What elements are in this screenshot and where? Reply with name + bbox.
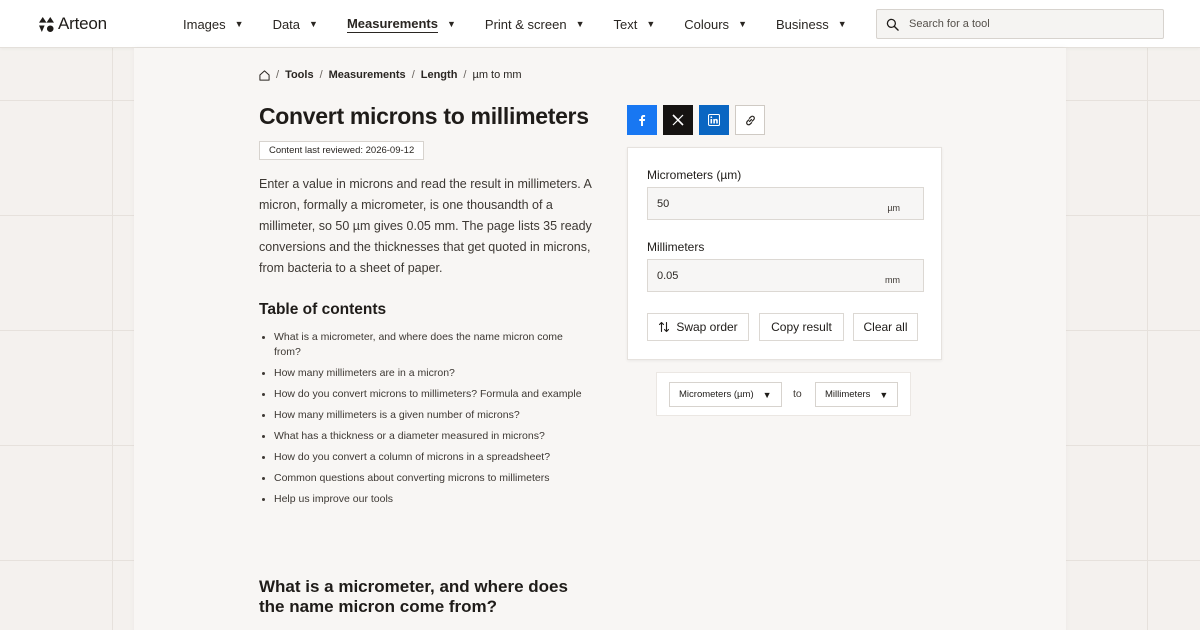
logo-text: Arteon	[58, 14, 107, 33]
home-icon[interactable]	[259, 69, 270, 81]
nav-label: Print & screen	[484, 16, 567, 32]
share-linkedin-button[interactable]	[699, 105, 729, 135]
micrometers-unit: µm	[887, 203, 900, 213]
caret-down-icon: ▼	[738, 19, 747, 29]
swap-icon	[659, 321, 670, 333]
to-unit-select[interactable]: Millimeters ▼	[815, 382, 899, 407]
breadcrumb-measurements[interactable]: Measurements	[329, 69, 406, 81]
nav-item-measurements[interactable]: Measurements ▼	[346, 13, 456, 35]
search-input[interactable]	[909, 18, 1149, 30]
page-title: Convert microns to millimeters	[259, 103, 589, 129]
caret-down-icon: ▼	[234, 19, 244, 29]
copy-result-label: Copy result	[771, 320, 832, 334]
logo-mark-icon	[39, 16, 54, 32]
breadcrumb: / Tools / Measurements / Length / µm to …	[259, 69, 522, 81]
from-unit-select[interactable]: Micrometers (µm) ▼	[669, 382, 782, 407]
breadcrumb-current: µm to mm	[472, 69, 522, 81]
link-icon	[745, 115, 755, 125]
millimeters-field[interactable]: mm	[647, 259, 924, 292]
nav-label: Images	[183, 16, 226, 32]
x-icon	[672, 114, 684, 126]
site-header: Arteon Images ▼ Data ▼ Measurements ▼ Print…	[0, 0, 1200, 48]
toc-item[interactable]: How many millimeters are in a micron?	[259, 366, 589, 381]
linkedin-icon	[708, 114, 720, 126]
table-of-contents: What is a micrometer, and where does the…	[259, 330, 589, 513]
toc-item[interactable]: Help us improve our tools	[259, 492, 589, 507]
nav-item-print-screen[interactable]: Print & screen ▼	[485, 13, 585, 35]
share-facebook-button[interactable]	[627, 105, 657, 135]
nav-item-text[interactable]: Text ▼	[614, 13, 656, 35]
nav-label: Colours	[684, 16, 730, 32]
millimeters-unit: mm	[885, 275, 900, 285]
breadcrumb-separator: /	[276, 69, 280, 81]
main-nav: Images ▼ Data ▼ Measurements ▼ Print & scre…	[183, 0, 876, 48]
copy-result-button[interactable]: Copy result	[759, 313, 844, 341]
caret-down-icon: ▼	[309, 19, 318, 29]
toc-item[interactable]: How do you convert microns to millimeter…	[259, 387, 589, 402]
nav-label: Text	[613, 16, 638, 32]
swap-order-button[interactable]: Swap order	[647, 313, 749, 341]
clear-all-button[interactable]: Clear all	[853, 313, 918, 341]
intro-text: Enter a value in microns and read the re…	[259, 177, 592, 275]
breadcrumb-separator: /	[411, 69, 415, 81]
share-bar	[627, 105, 765, 135]
millimeters-label: Millimeters	[647, 240, 705, 254]
breadcrumb-separator: /	[463, 69, 467, 81]
caret-down-icon: ▼	[762, 389, 772, 400]
caret-down-icon: ▼	[837, 19, 847, 29]
toc-item[interactable]: How many millimeters is a given number o…	[259, 408, 589, 423]
toc-title: Table of contents	[259, 301, 387, 318]
search-box[interactable]	[876, 9, 1164, 39]
from-unit-value: Micrometers (µm)	[679, 389, 754, 400]
facebook-icon	[639, 115, 646, 126]
micrometers-input[interactable]	[648, 197, 868, 210]
toc-item[interactable]: Common questions about converting micron…	[259, 471, 589, 486]
clear-all-label: Clear all	[863, 320, 908, 334]
section-title: What is a micrometer, and where does the…	[259, 577, 568, 616]
caret-down-icon: ▼	[575, 19, 585, 29]
nav-item-images[interactable]: Images ▼	[183, 13, 244, 35]
nav-item-colours[interactable]: Colours ▼	[684, 13, 747, 35]
breadcrumb-tools[interactable]: Tools	[285, 69, 314, 81]
nav-item-business[interactable]: Business ▼	[776, 13, 847, 35]
micrometers-label: Micrometers (µm)	[647, 168, 742, 182]
unit-selector: Micrometers (µm) ▼ to Millimeters ▼	[656, 372, 911, 416]
caret-down-icon: ▼	[879, 389, 889, 400]
content-sheet: / Tools / Measurements / Length / µm to …	[134, 48, 1066, 630]
copy-link-button[interactable]	[735, 105, 765, 135]
nav-label: Data	[272, 16, 301, 32]
breadcrumb-length[interactable]: Length	[421, 69, 458, 81]
caret-down-icon: ▼	[447, 19, 456, 29]
swap-order-label: Swap order	[676, 320, 738, 334]
converter-card: Micrometers (µm) µm Millimeters mm Swap …	[627, 147, 942, 360]
caret-down-icon: ▼	[646, 19, 656, 29]
to-unit-value: Millimeters	[825, 389, 871, 400]
logo[interactable]: Arteon	[39, 14, 107, 34]
millimeters-input[interactable]	[648, 269, 868, 282]
share-x-button[interactable]	[663, 105, 693, 135]
breadcrumb-separator: /	[319, 69, 323, 81]
toc-item[interactable]: How do you convert a column of microns i…	[259, 450, 589, 465]
toc-item[interactable]: What is a micrometer, and where does the…	[259, 330, 589, 360]
nav-label: Measurements	[346, 15, 438, 33]
micrometers-field[interactable]: µm	[647, 187, 924, 220]
search-icon	[886, 18, 899, 31]
to-label: to	[793, 388, 802, 400]
nav-item-data[interactable]: Data ▼	[273, 13, 318, 35]
toc-item[interactable]: What has a thickness or a diameter measu…	[259, 429, 589, 444]
nav-label: Business	[775, 16, 829, 32]
reviewed-badge: Content last reviewed: 2026-09-12	[259, 141, 425, 160]
